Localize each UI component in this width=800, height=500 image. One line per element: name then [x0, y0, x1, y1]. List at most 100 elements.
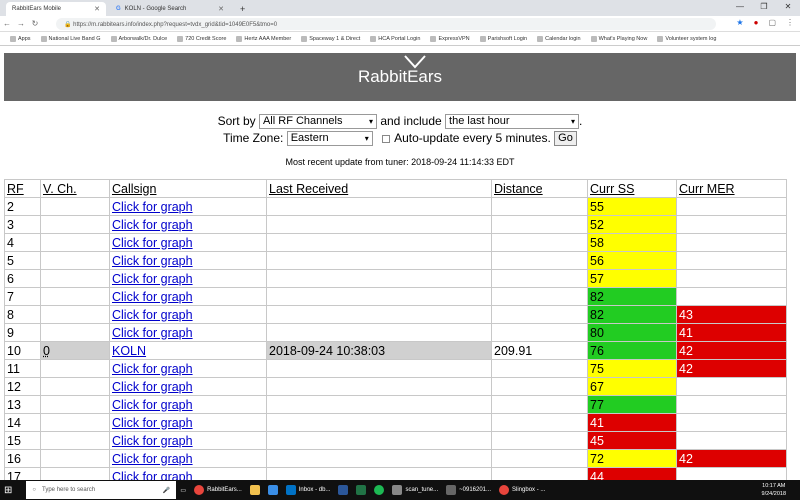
callsign-link[interactable]: Click for graph	[112, 380, 193, 394]
callsign-link[interactable]: Click for graph	[112, 290, 193, 304]
start-button[interactable]: ⊞	[0, 480, 16, 500]
header-callsign[interactable]: Callsign	[109, 179, 267, 198]
cell-distance	[491, 197, 588, 216]
bookmarks-bar: Apps National Live Band G Arborwalk/Dr. …	[0, 32, 800, 46]
forward-icon[interactable]: →	[14, 19, 28, 28]
taskbar-search[interactable]: ○ Type here to search 🎤	[26, 481, 177, 499]
taskbar-outlook[interactable]: Inbox - db...	[282, 480, 335, 500]
bookmark-item[interactable]: Volunteer system log	[657, 35, 716, 42]
cell-rf: 10	[4, 341, 41, 360]
cell-last-received	[266, 233, 492, 252]
callsign-link[interactable]: Click for graph	[112, 398, 193, 412]
cell-rf: 7	[4, 287, 41, 306]
callsign-link[interactable]: Click for graph	[112, 416, 193, 430]
folder-icon[interactable]	[246, 480, 264, 500]
task-view-icon[interactable]: ▭	[176, 480, 190, 500]
callsign-link[interactable]: Click for graph	[112, 308, 193, 322]
word-icon[interactable]	[334, 480, 352, 500]
cell-distance	[491, 215, 588, 234]
vch-link[interactable]: 0	[43, 344, 50, 358]
new-tab-button[interactable]: +	[234, 2, 251, 16]
callsign-link[interactable]: Click for graph	[112, 362, 193, 376]
bookmark-item[interactable]: ExpressVPN	[430, 35, 470, 42]
tab-rabbitears[interactable]: RabbitEars Mobile ✕	[6, 2, 106, 16]
close-window-icon[interactable]: ✕	[776, 0, 800, 16]
cell-last-received	[266, 287, 492, 306]
auto-update-label: Auto-update every 5 minutes.	[394, 131, 551, 145]
close-icon[interactable]: ✕	[94, 5, 100, 13]
star-icon[interactable]: ★	[736, 18, 743, 27]
extension-icon[interactable]: ▢	[768, 18, 776, 27]
spotify-icon[interactable]	[370, 480, 388, 500]
bookmark-item[interactable]: Arborwalk/Dr. Dulce	[110, 35, 167, 42]
taskbar-slingbox[interactable]: Slingbox - ...	[495, 480, 549, 500]
timezone-select[interactable]: Eastern	[286, 131, 373, 147]
include-select[interactable]: the last hour	[445, 114, 580, 130]
update-status: Most recent update from tuner: 2018-09-2…	[285, 157, 515, 167]
close-icon[interactable]: ✕	[218, 5, 224, 13]
callsign-link[interactable]: Click for graph	[112, 434, 193, 448]
header-curr-ss[interactable]: Curr SS	[587, 179, 677, 198]
rabbitears-logo[interactable]: RabbitEars	[357, 55, 443, 87]
bookmark-item[interactable]: 720 Credit Score	[177, 35, 226, 42]
excel-icon[interactable]	[352, 480, 370, 500]
adblock-icon[interactable]: ●	[754, 18, 759, 27]
cell-distance	[491, 251, 588, 270]
bookmark-item[interactable]: Calendar login	[537, 35, 581, 42]
callsign-link[interactable]: Click for graph	[112, 236, 193, 250]
sort-select[interactable]: All RF Channels	[258, 114, 377, 130]
callsign-link[interactable]: Click for graph	[112, 272, 193, 286]
bookmark-item[interactable]: HCA Portal Login	[370, 35, 421, 42]
reload-icon[interactable]: ↻	[28, 19, 42, 28]
maximize-icon[interactable]: ❐	[752, 0, 776, 16]
microphone-icon[interactable]: 🎤	[163, 487, 170, 494]
callsign-link[interactable]: Click for graph	[112, 452, 193, 466]
store-icon[interactable]	[264, 480, 282, 500]
url-field[interactable]: 🔒 https://m.rabbitears.info/index.php?re…	[56, 18, 716, 30]
go-button[interactable]: Go	[554, 131, 577, 147]
callsign-link[interactable]: Click for graph	[112, 254, 193, 268]
cell-distance	[491, 413, 588, 432]
header-vch[interactable]: V. Ch.	[40, 179, 110, 198]
minimize-icon[interactable]: —	[728, 0, 752, 16]
bookmark-item[interactable]: Spaceway 1 & Direct	[301, 35, 360, 42]
callsign-link[interactable]: Click for graph	[112, 218, 193, 232]
bookmark-label: HCA Portal Login	[378, 35, 421, 42]
callsign-link[interactable]: KOLN	[112, 344, 146, 358]
cell-callsign: Click for graph	[109, 395, 267, 414]
header-last-received[interactable]: Last Received	[266, 179, 492, 198]
bookmark-icon	[537, 35, 544, 42]
header-distance[interactable]: Distance	[491, 179, 588, 198]
menu-icon[interactable]: ⋮	[786, 18, 794, 27]
logo-text: RabbitEars	[357, 67, 443, 86]
cell-curr-ss: 82	[587, 287, 677, 306]
cell-distance	[491, 467, 588, 480]
callsign-link[interactable]: Click for graph	[112, 470, 193, 481]
header-curr-mer[interactable]: Curr MER	[676, 179, 787, 198]
taskbar-file[interactable]: ~0916201...	[442, 480, 495, 500]
system-clock[interactable]: 10:17 AM 9/24/2018	[762, 482, 786, 498]
back-icon[interactable]: ←	[0, 19, 14, 28]
tab-koln-search[interactable]: G KOLN - Google Search ✕	[110, 2, 230, 16]
cell-callsign: Click for graph	[109, 359, 267, 378]
cell-curr-ss: 76	[587, 341, 677, 360]
table-row: 15 Click for graph 45	[4, 431, 787, 450]
bookmark-item[interactable]: National Live Band G	[40, 35, 101, 42]
bookmark-item[interactable]: Parishsoft Login	[479, 35, 527, 42]
cell-distance	[491, 323, 588, 342]
callsign-link[interactable]: Click for graph	[112, 326, 193, 340]
bookmark-item[interactable]: Apps	[10, 35, 31, 42]
auto-update-checkbox[interactable]	[382, 134, 391, 143]
timezone-value: Eastern	[290, 132, 329, 145]
taskbar-scan[interactable]: scan_tune...	[388, 480, 442, 500]
callsign-link[interactable]: Click for graph	[112, 200, 193, 214]
bookmark-icon	[370, 35, 377, 42]
cell-callsign: Click for graph	[109, 269, 267, 288]
taskbar-chrome[interactable]: RabbitEars...	[190, 480, 246, 500]
header-rf[interactable]: RF	[4, 179, 41, 198]
taskbar-label: Slingbox - ...	[512, 487, 546, 493]
cell-distance	[491, 305, 588, 324]
bookmark-item[interactable]: Hertz AAA Member	[236, 35, 291, 42]
outlook-icon	[285, 485, 296, 495]
bookmark-item[interactable]: What's Playing Now	[590, 35, 647, 42]
